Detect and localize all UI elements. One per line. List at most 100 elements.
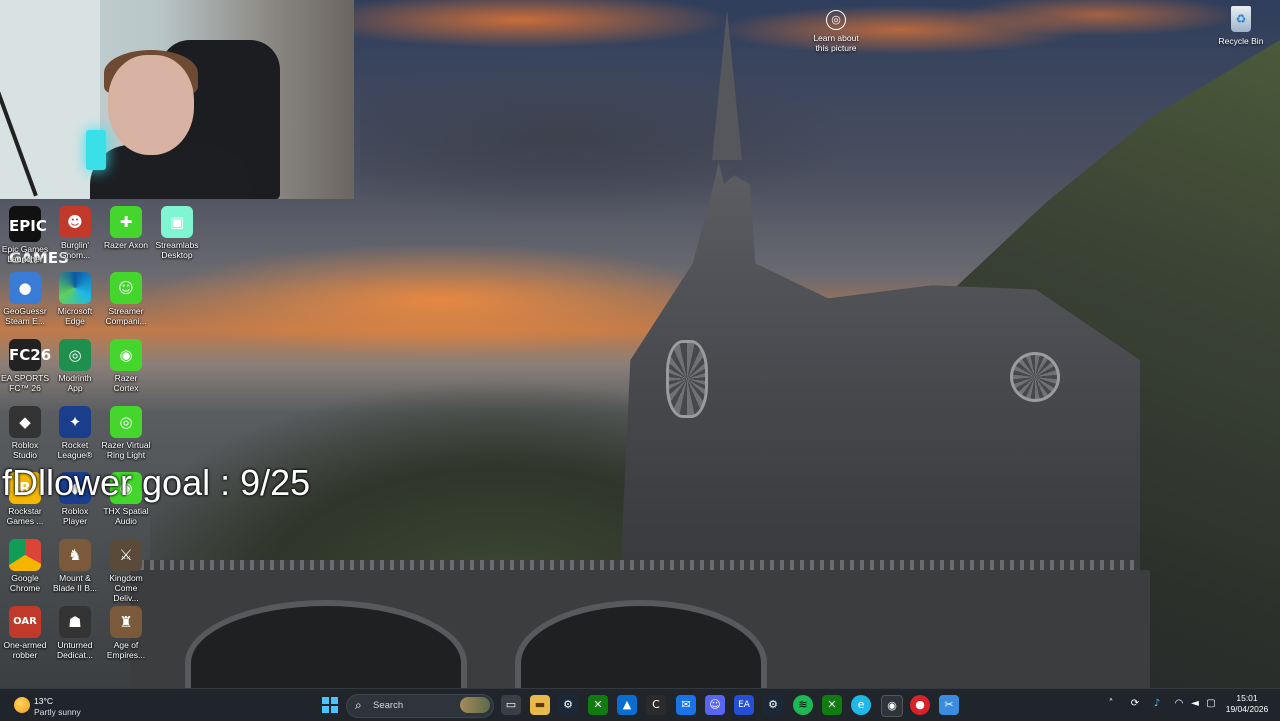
streamer-companion-icon: ☺: [110, 272, 142, 304]
notification-icon[interactable]: ▢: [1204, 697, 1218, 711]
wifi-icon[interactable]: ◠: [1172, 697, 1186, 711]
desktop-icon-razer-ring-light[interactable]: ◎ Razer Virtual Ring Light: [101, 403, 151, 469]
desktop-icon-label: Razer Axon: [104, 240, 148, 250]
recycle-bin-icon: ♻: [1231, 6, 1251, 32]
modrinth-icon: ◎: [59, 339, 91, 371]
geoguessr-icon: ●: [9, 272, 41, 304]
desktop-icon-label: Modrinth App: [58, 373, 92, 393]
desktop-icon-label: Epic Games Launcher: [1, 244, 49, 264]
steam-icon[interactable]: ⚙: [763, 695, 783, 715]
desktop-icon-label: Razer Virtual Ring Light: [101, 440, 151, 460]
learn-about-picture-label: Learn about this picture: [813, 33, 859, 53]
ccleaner-icon[interactable]: C: [646, 695, 666, 715]
desktop-icon-age-of-empires[interactable]: ♜ Age of Empires...: [101, 603, 151, 669]
desktop-icon-roblox-studio[interactable]: ◆ Roblox Studio: [0, 403, 50, 469]
xbox-icon[interactable]: ✕: [822, 695, 842, 715]
desktop-icon-recycle-bin[interactable]: ♻ Recycle Bin: [1216, 4, 1266, 46]
search-icon: ⌕: [355, 698, 362, 712]
one-armed-robber-icon: OAR: [9, 606, 41, 638]
desktop-icon-label: Streamlabs Desktop: [155, 240, 199, 260]
desktop-icon-modrinth[interactable]: ◎ Modrinth App: [50, 336, 100, 402]
partly-sunny-icon: [14, 697, 30, 713]
webcam-overlay: [0, 0, 354, 199]
desktop-icon-chrome[interactable]: Google Chrome: [0, 536, 50, 602]
desktop-icon-label: Razer Cortex: [113, 373, 139, 393]
snipping-tool-icon[interactable]: ✂: [939, 695, 959, 715]
taskbar: 13°C Partly sunny ⌕ Search ▭ ▬ ⚙ ✕ ▲ C ✉…: [0, 688, 1280, 721]
file-explorer-icon[interactable]: ▬: [530, 695, 550, 715]
age-of-empires-icon: ♜: [110, 606, 142, 638]
headset-light: [86, 130, 106, 170]
sync-icon[interactable]: ⟳: [1128, 697, 1142, 711]
volume-icon[interactable]: ◄: [1188, 697, 1202, 711]
desktop-icon-label: Roblox Studio: [11, 440, 39, 460]
desktop-icon-one-armed-robber[interactable]: OAR One-armed robber: [0, 603, 50, 669]
desktop-icon-kingdom-come[interactable]: ⚔ Kingdom Come Deliv...: [101, 536, 151, 603]
desktop-icon-label: THX Spatial Audio: [103, 506, 149, 526]
discord-icon[interactable]: ☺: [705, 695, 725, 715]
roblox-studio-icon: ◆: [9, 406, 41, 438]
taskbar-clock[interactable]: 15:01 19/04/2026: [1222, 693, 1272, 715]
streamer-body: [90, 145, 250, 199]
desktop-icon-rocket-league[interactable]: ✦ Rocket League®: [50, 403, 100, 469]
desktop-icon-label: Unturned Dedicat...: [57, 640, 93, 660]
desktop-icon-razer-axon[interactable]: ✚ Razer Axon: [101, 203, 151, 269]
unturned-icon: ☗: [59, 606, 91, 638]
weather-condition: Partly sunny: [34, 707, 81, 717]
desktop-icon-unturned[interactable]: ☗ Unturned Dedicat...: [50, 603, 100, 669]
task-view-icon[interactable]: ▭: [501, 695, 521, 715]
epic-games-icon: EPIC GAMES: [9, 206, 69, 267]
desktop-icon-epic-games[interactable]: EPIC GAMES Epic Games Launcher: [0, 203, 69, 269]
streamlabs-icon: ▣: [161, 206, 193, 238]
camera-icon: ◎: [826, 10, 846, 30]
ea-app-icon[interactable]: EA: [734, 695, 754, 715]
desktop-icon-label: Kingdom Come Deliv...: [109, 573, 143, 603]
webcam-wall: [0, 0, 100, 199]
desktop-icon-burglin-gnomes[interactable]: ☻ Burglin' Gnom...: [50, 203, 100, 269]
clock-date: 19/04/2026: [1225, 704, 1269, 714]
desktop-icon-ea-fc[interactable]: FC26 EA SPORTS FC™ 26: [0, 336, 51, 402]
desktop-icon-label: Rocket League®: [57, 440, 93, 460]
desktop-icon-label: One-armed robber: [3, 640, 47, 660]
spotify-icon[interactable]: ≋: [793, 695, 813, 715]
desktop-icon-label: EA SPORTS FC™ 26: [0, 373, 50, 393]
desktop-icon-geoguessr[interactable]: ● GeoGuessr Steam E...: [0, 269, 50, 335]
taskbar-search[interactable]: ⌕ Search: [346, 694, 494, 718]
mail-icon[interactable]: ✉: [676, 695, 696, 715]
clock-time: 15:01: [1236, 693, 1258, 703]
edge-icon: [59, 272, 91, 304]
learn-about-picture-button[interactable]: ◎ Learn about this picture: [806, 10, 866, 53]
edge-icon[interactable]: e: [851, 695, 871, 715]
rocket-league-icon: ✦: [59, 406, 91, 438]
wallpaper-clouds: [360, 60, 860, 220]
desktop-icon-label: Mount & Blade II B...: [53, 573, 97, 593]
obs-icon[interactable]: ◉: [881, 695, 903, 717]
start-button[interactable]: [322, 697, 338, 713]
burglin-gnomes-icon: ☻: [59, 206, 91, 238]
search-highlight-image: [460, 697, 490, 713]
microphone-icon[interactable]: ♪: [1150, 697, 1164, 711]
record-icon[interactable]: ●: [910, 695, 930, 715]
desktop-icon-razer-cortex[interactable]: ◉ Razer Cortex: [101, 336, 151, 402]
mount-blade-icon: ♞: [59, 539, 91, 571]
photos-icon[interactable]: ▲: [617, 695, 637, 715]
rose-window: [666, 340, 708, 418]
streamer-face: [108, 55, 194, 155]
desktop-icon-label: Google Chrome: [9, 573, 41, 593]
desktop-icon-streamlabs[interactable]: ▣ Streamlabs Desktop: [152, 203, 202, 269]
desktop-icon-streamer-companion[interactable]: ☺ Streamer Compani...: [101, 269, 151, 335]
desktop-icon-label: Roblox Player: [61, 506, 89, 526]
desktop-icon-edge[interactable]: Microsoft Edge: [50, 269, 100, 335]
steam-icon[interactable]: ⚙: [558, 695, 578, 715]
desktop-icon-mount-blade[interactable]: ♞ Mount & Blade II B...: [50, 536, 100, 602]
desktop-icon-label: Age of Empires...: [106, 640, 146, 660]
desktop-icon-label: Streamer Compani...: [105, 306, 147, 326]
desktop-icon-label: Recycle Bin: [1218, 36, 1264, 46]
chevron-up-icon[interactable]: ˄: [1104, 697, 1118, 711]
razer-ring-light-icon: ◎: [110, 406, 142, 438]
desktop-icon-grid: EPIC GAMES Epic Games Launcher ☻ Burglin…: [0, 203, 199, 673]
desktop-icon-label: Microsoft Edge: [57, 306, 93, 326]
xbox-icon[interactable]: ✕: [588, 695, 608, 715]
desktop-icon-label: Rockstar Games ...: [6, 506, 44, 526]
search-label: Search: [373, 700, 404, 711]
